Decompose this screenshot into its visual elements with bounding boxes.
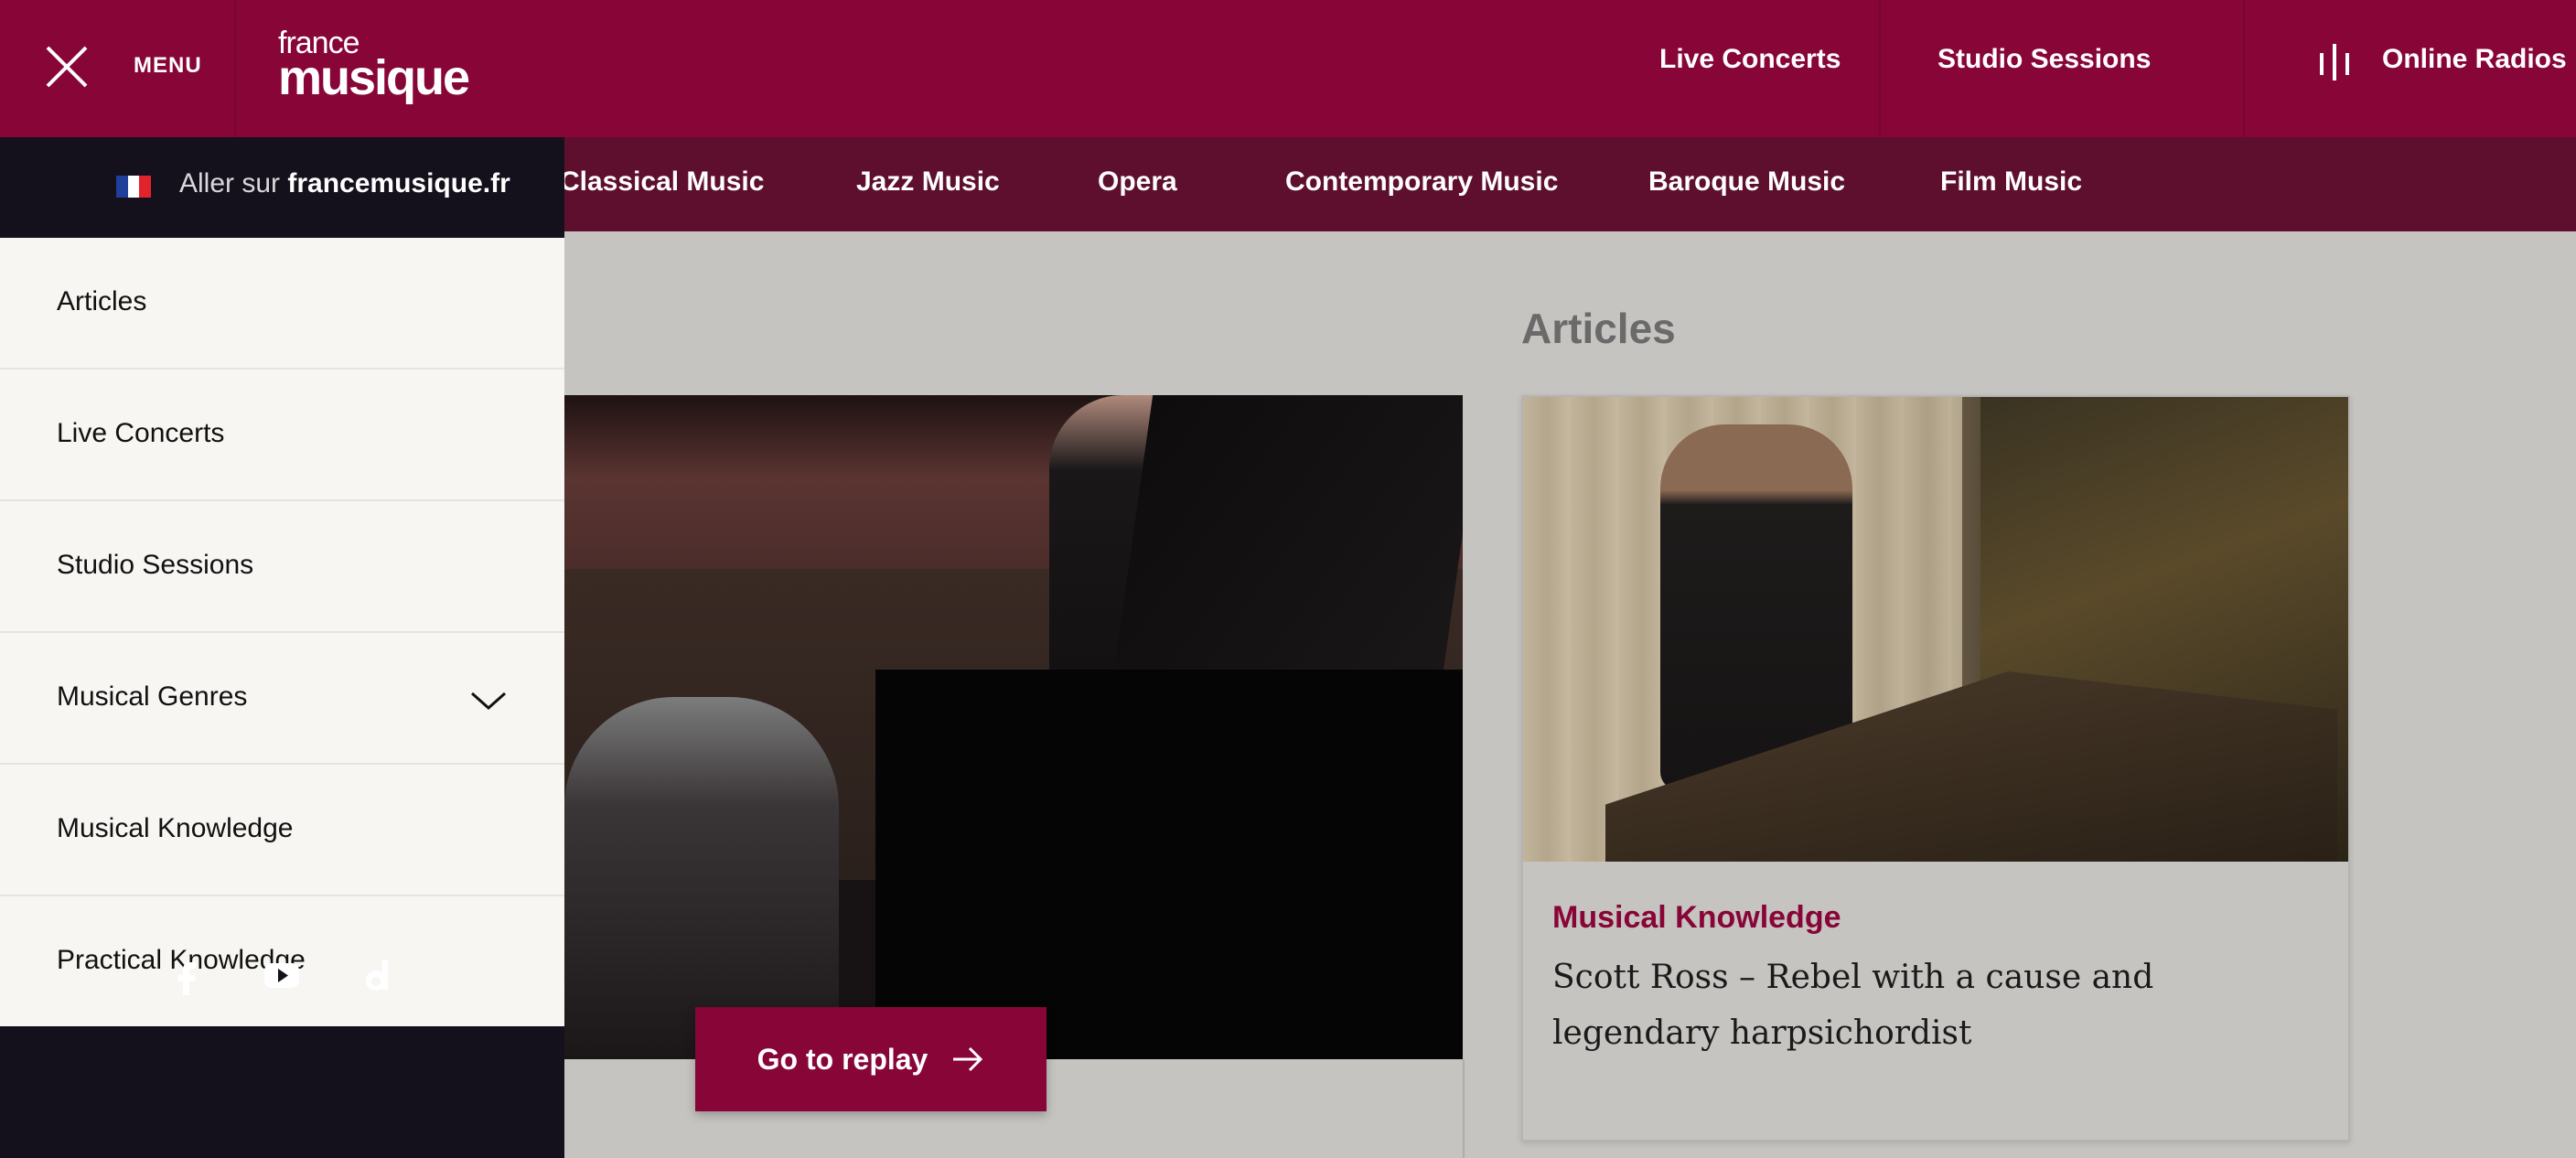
top-header: MENU france musique Live Concerts Studio… (0, 0, 2576, 137)
youtube-icon[interactable] (262, 955, 302, 995)
header-divider (234, 0, 236, 137)
article-card-image[interactable] (1523, 397, 2348, 862)
replay-label: Go to replay (757, 1042, 928, 1076)
content-divider (1463, 1059, 1465, 1158)
go-to-replay-button[interactable]: Go to replay (695, 1007, 1046, 1111)
genre-film-music[interactable]: Film Music (1940, 166, 2082, 198)
menu-item-articles[interactable]: Articles (0, 238, 564, 370)
radio-bars-icon (2320, 44, 2351, 80)
section-title-articles: Articles (1521, 305, 1676, 352)
language-switch-text: Aller sur francemusique.fr (179, 168, 510, 199)
close-icon (46, 46, 88, 88)
article-card[interactable]: Musical Knowledge Scott Ross – Rebel wit… (1521, 395, 2350, 1142)
arrow-right-icon (953, 1046, 983, 1072)
menu-item-musical-genres[interactable]: Musical Genres (0, 633, 564, 765)
header-divider (1879, 0, 1881, 137)
facebook-icon[interactable] (166, 955, 207, 995)
header-divider (2243, 0, 2245, 137)
france-musique-logo[interactable]: france musique (278, 27, 470, 105)
menu-item-label: Musical Knowledge (57, 813, 294, 843)
genre-contemporary-music[interactable]: Contemporary Music (1285, 166, 1558, 198)
article-title[interactable]: Scott Ross – Rebel with a cause and lege… (1552, 949, 2302, 1061)
genre-opera[interactable]: Opera (1098, 166, 1177, 198)
language-site: francemusique.fr (287, 168, 510, 198)
menu-item-live-concerts[interactable]: Live Concerts (0, 370, 564, 501)
language-prefix: Aller sur (179, 168, 288, 198)
genre-jazz-music[interactable]: Jazz Music (856, 166, 1000, 198)
header-link-online-radios[interactable]: Online Radios (2382, 44, 2567, 75)
chevron-down-icon[interactable] (468, 688, 509, 713)
language-switch-link[interactable]: Aller sur francemusique.fr (0, 137, 564, 238)
menu-item-label: Articles (57, 286, 147, 316)
header-link-live-concerts[interactable]: Live Concerts (1659, 44, 1841, 75)
header-link-studio-sessions[interactable]: Studio Sessions (1937, 44, 2151, 75)
close-menu-button[interactable] (40, 40, 93, 93)
french-flag-icon (116, 176, 152, 198)
genre-classical-music[interactable]: Classical Music (560, 166, 764, 198)
concert-hero-image[interactable] (564, 395, 1463, 1059)
menu-label[interactable]: MENU (134, 53, 202, 79)
menu-item-musical-knowledge[interactable]: Musical Knowledge (0, 765, 564, 896)
article-category[interactable]: Musical Knowledge (1552, 900, 1841, 936)
menu-item-label: Studio Sessions (57, 550, 254, 580)
side-menu: Aller sur francemusique.fr Articles Live… (0, 137, 564, 1158)
menu-item-label: Musical Genres (57, 681, 248, 712)
logo-line-2: musique (278, 50, 470, 105)
menu-item-label: Live Concerts (57, 418, 225, 448)
menu-footer (0, 1026, 564, 1158)
menu-item-studio-sessions[interactable]: Studio Sessions (0, 501, 564, 633)
dailymotion-icon[interactable] (357, 955, 397, 995)
genre-baroque-music[interactable]: Baroque Music (1648, 166, 1845, 198)
